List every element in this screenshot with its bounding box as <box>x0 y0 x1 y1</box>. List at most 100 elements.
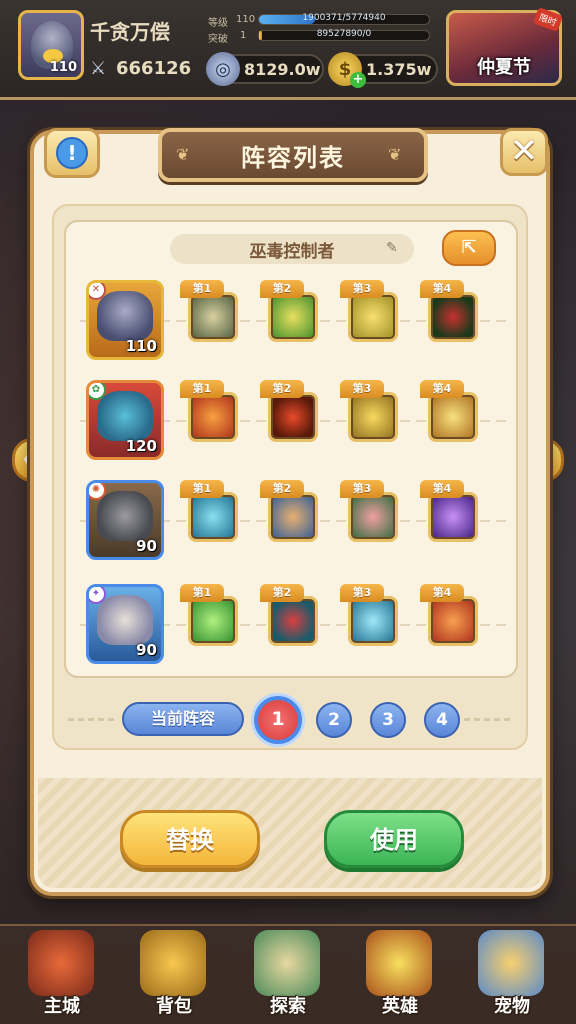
rank-value: 110 <box>236 14 256 25</box>
hero-portrait <box>97 491 153 541</box>
skill-slot-4-4[interactable]: 第4 <box>420 584 480 664</box>
edit-icon[interactable]: ✎ <box>386 240 404 258</box>
nav-label: 主城 <box>44 996 80 1017</box>
current-lineup-label: 当前阵容 <box>122 702 244 736</box>
flower-skill-icon <box>348 492 398 542</box>
skill-slot-1-4[interactable]: 第4 <box>420 280 480 360</box>
lineup-modal: ! ❦ 阵容列表 ❦ ✕ 巫毒控制者 ✎ ⇱ ✕ 110 第1 第2 第3 第4… <box>30 128 550 896</box>
skill-tag: 第4 <box>420 584 464 602</box>
skill-slot-4-1[interactable]: 第1 <box>180 584 240 664</box>
skill-slot-2-3[interactable]: 第3 <box>340 380 400 460</box>
breakthrough-progress-text: 89527890/0 <box>316 29 372 39</box>
stone-fist-skill-icon <box>268 492 318 542</box>
nav-label: 探索 <box>270 996 306 1017</box>
skill-tag: 第1 <box>180 480 224 498</box>
hero-portrait <box>97 595 153 645</box>
water-bowl-skill-icon <box>188 492 238 542</box>
bag-icon <box>140 930 206 996</box>
skill-slot-2-1[interactable]: 第1 <box>180 380 240 460</box>
skill-slot-1-1[interactable]: 第1 <box>180 280 240 360</box>
skill-slot-2-4[interactable]: 第4 <box>420 380 480 460</box>
title-scroll-right-icon: ❦ <box>388 145 402 164</box>
skill-slot-1-2[interactable]: 第2 <box>260 280 320 360</box>
breakthrough-label: 突破 <box>208 34 228 45</box>
event-banner[interactable]: 限时 仲夏节 <box>446 7 564 86</box>
pet-icon <box>478 930 544 996</box>
page-button-3[interactable]: 3 <box>370 702 406 738</box>
skill-tag: 第2 <box>260 480 304 498</box>
lineup-row-3: ✺ 90 第1 第2 第3 第4 <box>66 480 520 580</box>
castle-icon <box>28 930 94 996</box>
hero-icon <box>366 930 432 996</box>
help-button[interactable]: ! <box>44 128 100 178</box>
page-button-2[interactable]: 2 <box>316 702 352 738</box>
skill-tag: 第1 <box>180 280 224 298</box>
player-level: 110 <box>49 60 77 75</box>
add-gold-icon[interactable]: + <box>350 72 366 88</box>
nav-explore[interactable]: 探索 <box>240 924 336 1020</box>
skill-slot-3-1[interactable]: 第1 <box>180 480 240 560</box>
nav-label: 背包 <box>156 996 192 1017</box>
skill-slot-4-3[interactable]: 第3 <box>340 584 400 664</box>
silver-coin-icon: ◎ <box>206 52 240 86</box>
replace-button[interactable]: 替换 <box>120 810 260 868</box>
lineup-name-field[interactable]: 巫毒控制者 ✎ <box>170 234 414 264</box>
nav-pet[interactable]: 宠物 <box>464 924 560 1020</box>
breakthrough-value: 1 <box>240 30 247 41</box>
fist-skill-icon <box>428 596 478 646</box>
hero-level: 110 <box>125 337 157 355</box>
hero-card-1[interactable]: ✕ 110 <box>86 280 164 360</box>
player-avatar[interactable]: 110 <box>18 10 84 80</box>
green-heal-skill-icon <box>188 596 238 646</box>
modal-footer <box>38 778 542 888</box>
doll-skill-icon <box>348 392 398 442</box>
silver-currency[interactable]: ◎ 8129.0w <box>206 52 324 86</box>
bottom-navigation: 主城 背包 探索 英雄 宠物 <box>0 924 576 1024</box>
page-strip-deco-right <box>464 718 514 721</box>
skill-tag: 第3 <box>340 380 384 398</box>
skill-slot-2-2[interactable]: 第2 <box>260 380 320 460</box>
skill-slot-3-4[interactable]: 第4 <box>420 480 480 560</box>
shield-skill-icon <box>268 292 318 342</box>
hero-card-4[interactable]: ✦ 90 <box>86 584 164 664</box>
skill-tag: 第3 <box>340 280 384 298</box>
page-button-1[interactable]: 1 <box>254 696 302 744</box>
crossed-swords-icon: ⚔ <box>90 58 107 79</box>
lineup-row-4: ✦ 90 第1 第2 第3 第4 <box>66 584 520 684</box>
nav-main-city[interactable]: 主城 <box>14 924 110 1020</box>
hero-level: 120 <box>125 437 157 455</box>
lineup-row-1: ✕ 110 第1 第2 第3 第4 <box>66 280 520 380</box>
skill-slot-3-3[interactable]: 第3 <box>340 480 400 560</box>
dark-thorn-skill-icon <box>428 292 478 342</box>
hero-card-3[interactable]: ✺ 90 <box>86 480 164 560</box>
golden-shield-skill-icon <box>348 292 398 342</box>
skill-tag: 第2 <box>260 584 304 602</box>
nav-label: 宠物 <box>494 996 530 1017</box>
hero-level: 90 <box>136 537 157 555</box>
share-icon: ⇱ <box>461 237 477 258</box>
skill-tag: 第3 <box>340 584 384 602</box>
hero-card-2[interactable]: ✿ 120 <box>86 380 164 460</box>
use-button[interactable]: 使用 <box>324 810 464 868</box>
share-button[interactable]: ⇱ <box>442 230 496 266</box>
skill-slot-4-2[interactable]: 第2 <box>260 584 320 664</box>
skill-tag: 第1 <box>180 380 224 398</box>
arrows-skill-icon <box>188 292 238 342</box>
gold-currency[interactable]: $ + 1.375w <box>328 52 438 88</box>
title-scroll-left-icon: ❦ <box>176 145 190 164</box>
nav-bag[interactable]: 背包 <box>126 924 222 1020</box>
info-icon: ! <box>56 137 88 169</box>
skill-slot-1-3[interactable]: 第3 <box>340 280 400 360</box>
mask-skill-icon <box>268 596 318 646</box>
skill-slot-3-2[interactable]: 第2 <box>260 480 320 560</box>
breakthrough-progress-bar: 89527890/0 <box>258 29 430 41</box>
hero-portrait <box>97 291 153 341</box>
skill-tag: 第4 <box>420 280 464 298</box>
page-button-4[interactable]: 4 <box>424 702 460 738</box>
close-button[interactable]: ✕ <box>500 128 548 176</box>
hero-level: 90 <box>136 641 157 659</box>
nav-hero[interactable]: 英雄 <box>352 924 448 1020</box>
skill-tag: 第2 <box>260 280 304 298</box>
rank-label: 等级 <box>208 18 228 29</box>
rank-progress-text: 1900371/5774940 <box>302 13 386 23</box>
